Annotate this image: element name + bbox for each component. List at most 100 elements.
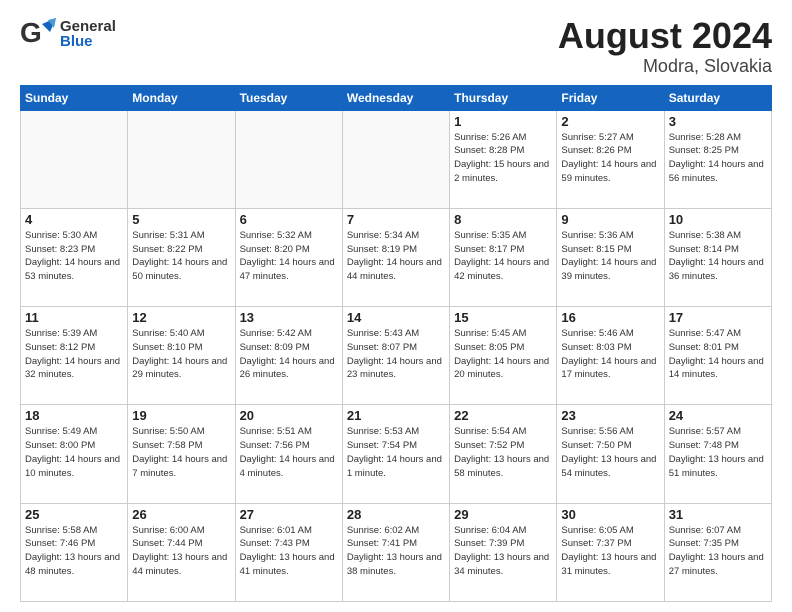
week-row-3: 18Sunrise: 5:49 AM Sunset: 8:00 PM Dayli… — [21, 405, 772, 503]
day-number: 23 — [561, 408, 659, 423]
day-cell-3-3: 21 Sunrise: 5:53 AM Sunset: 7:54 PM Dayli… — [342, 405, 449, 503]
day-number: 9 — [561, 212, 659, 227]
day-info: Sunrise: 6:01 AM Sunset: 7:43 PM Dayligh… — [240, 524, 338, 579]
svg-text:G: G — [20, 17, 42, 48]
day-number: 25 — [25, 507, 123, 522]
day-number: 24 — [669, 408, 767, 423]
day-info: Sunrise: 5:45 AM Sunset: 8:05 PM Dayligh… — [454, 327, 552, 382]
col-sunday: Sunday — [21, 85, 128, 110]
day-number: 21 — [347, 408, 445, 423]
week-row-2: 11 Sunrise: 5:39 AM Sunset: 8:12 PM Dayli… — [21, 307, 772, 405]
day-cell-3-4: 22 Sunrise: 5:54 AM Sunset: 7:52 PM Dayli… — [450, 405, 557, 503]
logo: G General Blue — [20, 16, 116, 52]
title-block: August 2024 Modra, Slovakia — [558, 16, 772, 77]
day-number: 16 — [561, 310, 659, 325]
day-info: Sunrise: 5:39 AM Sunset: 8:12 PM Dayligh… — [25, 327, 123, 382]
day-cell-2-3: 14 Sunrise: 5:43 AM Sunset: 8:07 PM Dayli… — [342, 307, 449, 405]
day-info: Sunrise: 5:28 AM Sunset: 8:25 PM Dayligh… — [669, 131, 767, 186]
day-cell-0-2 — [235, 110, 342, 208]
col-thursday: Thursday — [450, 85, 557, 110]
day-number: 10 — [669, 212, 767, 227]
day-info: Sunrise: 5:58 AM Sunset: 7:46 PM Dayligh… — [25, 524, 123, 579]
day-number: 3 — [669, 114, 767, 129]
day-cell-3-5: 23 Sunrise: 5:56 AM Sunset: 7:50 PM Dayli… — [557, 405, 664, 503]
day-number: 12 — [132, 310, 230, 325]
day-cell-1-1: 5Sunrise: 5:31 AM Sunset: 8:22 PM Daylig… — [128, 208, 235, 306]
col-monday: Monday — [128, 85, 235, 110]
day-info: Sunrise: 5:54 AM Sunset: 7:52 PM Dayligh… — [454, 425, 552, 480]
col-friday: Friday — [557, 85, 664, 110]
day-number: 28 — [347, 507, 445, 522]
day-cell-4-0: 25 Sunrise: 5:58 AM Sunset: 7:46 PM Dayli… — [21, 503, 128, 601]
day-cell-2-6: 17 Sunrise: 5:47 AM Sunset: 8:01 PM Dayli… — [664, 307, 771, 405]
day-number: 29 — [454, 507, 552, 522]
day-info: Sunrise: 5:42 AM Sunset: 8:09 PM Dayligh… — [240, 327, 338, 382]
calendar-table: Sunday Monday Tuesday Wednesday Thursday… — [20, 85, 772, 602]
day-number: 26 — [132, 507, 230, 522]
week-row-4: 25 Sunrise: 5:58 AM Sunset: 7:46 PM Dayli… — [21, 503, 772, 601]
day-info: Sunrise: 5:26 AM Sunset: 8:28 PM Dayligh… — [454, 131, 552, 186]
day-number: 11 — [25, 310, 123, 325]
day-cell-4-1: 26 Sunrise: 6:00 AM Sunset: 7:44 PM Dayli… — [128, 503, 235, 601]
day-info: Sunrise: 5:38 AM Sunset: 8:14 PM Dayligh… — [669, 229, 767, 284]
day-number: 15 — [454, 310, 552, 325]
col-saturday: Saturday — [664, 85, 771, 110]
day-info: Sunrise: 5:47 AM Sunset: 8:01 PM Dayligh… — [669, 327, 767, 382]
day-number: 14 — [347, 310, 445, 325]
day-cell-1-3: 7Sunrise: 5:34 AM Sunset: 8:19 PM Daylig… — [342, 208, 449, 306]
day-number: 30 — [561, 507, 659, 522]
day-cell-0-6: 3 Sunrise: 5:28 AM Sunset: 8:25 PM Daylig… — [664, 110, 771, 208]
day-cell-1-4: 8 Sunrise: 5:35 AM Sunset: 8:17 PM Daylig… — [450, 208, 557, 306]
day-number: 8 — [454, 212, 552, 227]
day-info: Sunrise: 5:50 AM Sunset: 7:58 PM Dayligh… — [132, 425, 230, 480]
day-cell-0-4: 1Sunrise: 5:26 AM Sunset: 8:28 PM Daylig… — [450, 110, 557, 208]
day-cell-4-4: 29 Sunrise: 6:04 AM Sunset: 7:39 PM Dayli… — [450, 503, 557, 601]
day-info: Sunrise: 5:34 AM Sunset: 8:19 PM Dayligh… — [347, 229, 445, 284]
day-cell-3-2: 20Sunrise: 5:51 AM Sunset: 7:56 PM Dayli… — [235, 405, 342, 503]
logo-words: General Blue — [60, 19, 116, 49]
day-info: Sunrise: 6:05 AM Sunset: 7:37 PM Dayligh… — [561, 524, 659, 579]
logo-blue-text: Blue — [60, 34, 116, 49]
day-number: 6 — [240, 212, 338, 227]
day-cell-1-2: 6 Sunrise: 5:32 AM Sunset: 8:20 PM Daylig… — [235, 208, 342, 306]
header: G General Blue August 2024 Modra, Slovak… — [20, 16, 772, 77]
day-info: Sunrise: 6:07 AM Sunset: 7:35 PM Dayligh… — [669, 524, 767, 579]
day-cell-0-1 — [128, 110, 235, 208]
page: G General Blue August 2024 Modra, Slovak… — [0, 0, 792, 612]
day-number: 27 — [240, 507, 338, 522]
day-number: 18 — [25, 408, 123, 423]
day-info: Sunrise: 5:32 AM Sunset: 8:20 PM Dayligh… — [240, 229, 338, 284]
calendar-subtitle: Modra, Slovakia — [558, 56, 772, 77]
day-number: 13 — [240, 310, 338, 325]
day-cell-2-2: 13 Sunrise: 5:42 AM Sunset: 8:09 PM Dayli… — [235, 307, 342, 405]
logo-icon: G — [20, 16, 56, 52]
col-tuesday: Tuesday — [235, 85, 342, 110]
day-info: Sunrise: 5:31 AM Sunset: 8:22 PM Dayligh… — [132, 229, 230, 284]
day-info: Sunrise: 5:40 AM Sunset: 8:10 PM Dayligh… — [132, 327, 230, 382]
day-number: 19 — [132, 408, 230, 423]
day-info: Sunrise: 6:04 AM Sunset: 7:39 PM Dayligh… — [454, 524, 552, 579]
day-cell-2-4: 15 Sunrise: 5:45 AM Sunset: 8:05 PM Dayli… — [450, 307, 557, 405]
day-info: Sunrise: 5:35 AM Sunset: 8:17 PM Dayligh… — [454, 229, 552, 284]
day-cell-1-5: 9 Sunrise: 5:36 AM Sunset: 8:15 PM Daylig… — [557, 208, 664, 306]
day-cell-4-2: 27 Sunrise: 6:01 AM Sunset: 7:43 PM Dayli… — [235, 503, 342, 601]
day-cell-2-5: 16Sunrise: 5:46 AM Sunset: 8:03 PM Dayli… — [557, 307, 664, 405]
day-info: Sunrise: 5:36 AM Sunset: 8:15 PM Dayligh… — [561, 229, 659, 284]
logo-general-text: General — [60, 19, 116, 34]
day-info: Sunrise: 5:27 AM Sunset: 8:26 PM Dayligh… — [561, 131, 659, 186]
day-info: Sunrise: 5:56 AM Sunset: 7:50 PM Dayligh… — [561, 425, 659, 480]
day-info: Sunrise: 5:53 AM Sunset: 7:54 PM Dayligh… — [347, 425, 445, 480]
day-cell-4-3: 28Sunrise: 6:02 AM Sunset: 7:41 PM Dayli… — [342, 503, 449, 601]
week-row-0: 1Sunrise: 5:26 AM Sunset: 8:28 PM Daylig… — [21, 110, 772, 208]
day-info: Sunrise: 5:43 AM Sunset: 8:07 PM Dayligh… — [347, 327, 445, 382]
day-cell-0-3 — [342, 110, 449, 208]
day-number: 4 — [25, 212, 123, 227]
day-cell-3-0: 18Sunrise: 5:49 AM Sunset: 8:00 PM Dayli… — [21, 405, 128, 503]
day-number: 20 — [240, 408, 338, 423]
day-info: Sunrise: 6:00 AM Sunset: 7:44 PM Dayligh… — [132, 524, 230, 579]
day-cell-0-5: 2Sunrise: 5:27 AM Sunset: 8:26 PM Daylig… — [557, 110, 664, 208]
day-cell-4-6: 31Sunrise: 6:07 AM Sunset: 7:35 PM Dayli… — [664, 503, 771, 601]
day-number: 17 — [669, 310, 767, 325]
day-number: 22 — [454, 408, 552, 423]
col-wednesday: Wednesday — [342, 85, 449, 110]
